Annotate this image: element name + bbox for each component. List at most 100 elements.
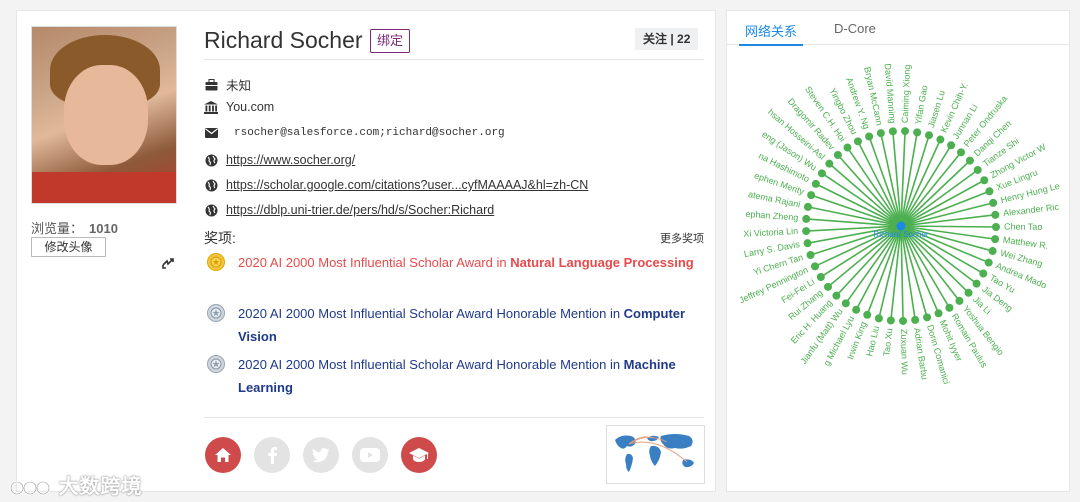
- network-node[interactable]: [810, 262, 819, 271]
- network-tabs: 网络关系 D-Core: [727, 11, 1069, 46]
- network-node[interactable]: [825, 159, 834, 168]
- network-node[interactable]: [863, 310, 872, 319]
- network-node[interactable]: [991, 235, 1000, 244]
- network-node[interactable]: [803, 202, 812, 211]
- network-node[interactable]: [874, 314, 883, 323]
- swap-icon[interactable]: [161, 256, 179, 274]
- network-node[interactable]: [985, 187, 994, 196]
- network-node[interactable]: [833, 151, 842, 160]
- network-node[interactable]: [989, 198, 998, 207]
- network-node-label[interactable]: Adrian Barbu: [912, 327, 930, 380]
- network-node[interactable]: [991, 222, 1000, 231]
- network-node[interactable]: [955, 296, 964, 305]
- network-node[interactable]: [965, 156, 974, 165]
- edit-avatar-button[interactable]: 修改头像: [31, 237, 106, 257]
- network-node[interactable]: [899, 316, 908, 325]
- network-node[interactable]: [980, 176, 989, 185]
- twitter-icon[interactable]: [303, 437, 339, 473]
- network-node[interactable]: [852, 305, 861, 314]
- world-map-thumbnail[interactable]: [606, 425, 705, 484]
- info-org: You.com: [204, 100, 274, 114]
- network-node[interactable]: [832, 291, 841, 300]
- view-count: 浏览量： 1010: [31, 221, 118, 236]
- network-node[interactable]: [923, 313, 932, 322]
- network-node[interactable]: [853, 137, 862, 146]
- network-node[interactable]: [843, 143, 852, 152]
- network-node[interactable]: [911, 315, 920, 324]
- network-node-label[interactable]: Alexander Ric: [1003, 202, 1060, 219]
- network-edge: [900, 202, 994, 227]
- home-icon[interactable]: [205, 437, 241, 473]
- network-node-label[interactable]: Hao Liu: [864, 325, 881, 358]
- more-awards-link[interactable]: 更多奖项: [660, 230, 704, 246]
- network-node-label[interactable]: Chen Tao: [1004, 221, 1042, 231]
- network-node[interactable]: [816, 272, 825, 281]
- network-node[interactable]: [886, 316, 895, 325]
- silver-medal-icon: [207, 355, 225, 373]
- network-node[interactable]: [807, 191, 816, 200]
- coauthor-network-graph[interactable]: Yifan GaoJiasen LuKevin Chih-Y.Junnan Li…: [727, 47, 1070, 492]
- network-node-label[interactable]: Zuxuan Wu: [899, 329, 910, 375]
- network-node[interactable]: [824, 282, 833, 291]
- network-edge: [900, 225, 997, 228]
- network-node[interactable]: [817, 169, 826, 178]
- info-link-dblp: https://dblp.uni-trier.de/pers/hd/s/Soch…: [204, 203, 494, 217]
- info-link-homepage: https://www.socher.org/: [204, 153, 355, 167]
- globe-icon: [204, 203, 218, 217]
- network-node-label[interactable]: Tao Xu: [881, 328, 894, 357]
- network-node[interactable]: [901, 127, 910, 136]
- network-node[interactable]: [936, 135, 945, 144]
- network-node[interactable]: [957, 148, 966, 157]
- envelope-icon: [204, 126, 218, 140]
- network-node[interactable]: [865, 132, 874, 141]
- network-node-label[interactable]: ephan Zheng: [745, 209, 799, 223]
- network-node-label[interactable]: Caiming Xiong: [900, 64, 912, 123]
- view-count-value: 1010: [89, 221, 118, 236]
- facebook-icon[interactable]: [254, 437, 290, 473]
- network-node[interactable]: [876, 129, 885, 138]
- network-node[interactable]: [973, 165, 982, 174]
- divider: [204, 417, 704, 418]
- scholar-link[interactable]: https://scholar.google.com/citations?use…: [226, 178, 588, 192]
- bind-button[interactable]: 绑定: [370, 29, 411, 53]
- youtube-icon[interactable]: [352, 437, 388, 473]
- network-node[interactable]: [972, 279, 981, 288]
- network-node[interactable]: [984, 258, 993, 267]
- award-item[interactable]: 2020 AI 2000 Most Influential Scholar Aw…: [207, 353, 698, 399]
- tab-network[interactable]: 网络关系: [738, 21, 804, 46]
- network-node-label[interactable]: Xi Victoria Lin: [743, 226, 798, 239]
- network-card: 网络关系 D-Core Yifan Gao Jiasen Lu Kevin Chih…: [726, 10, 1070, 492]
- dblp-link[interactable]: https://dblp.uni-trier.de/pers/hd/s/Soch…: [226, 203, 494, 217]
- tab-dcore[interactable]: D-Core: [834, 21, 876, 36]
- network-node[interactable]: [991, 210, 1000, 219]
- briefcase-icon: [204, 78, 218, 92]
- network-node[interactable]: [841, 299, 850, 308]
- network-node-label[interactable]: Matthew R.: [1002, 235, 1048, 251]
- network-node[interactable]: [934, 309, 943, 318]
- award-item[interactable]: 2020 AI 2000 Most Influential Scholar Aw…: [207, 302, 698, 348]
- network-node-label[interactable]: David Manning: [883, 63, 898, 124]
- network-node[interactable]: [802, 227, 811, 236]
- profile-name: Richard Socher: [204, 27, 363, 53]
- follow-button[interactable]: 关注 | 22: [635, 28, 699, 50]
- network-node[interactable]: [913, 128, 922, 137]
- award-item[interactable]: 2020 AI 2000 Most Influential Scholar Aw…: [207, 251, 698, 274]
- network-node[interactable]: [806, 250, 815, 259]
- homepage-link[interactable]: https://www.socher.org/: [226, 153, 355, 167]
- network-center-label: Richard Socher: [873, 230, 928, 239]
- network-node[interactable]: [964, 288, 973, 297]
- network-node[interactable]: [924, 131, 933, 140]
- network-node[interactable]: [979, 269, 988, 278]
- network-node[interactable]: [988, 247, 997, 256]
- gold-medal-icon: [207, 253, 225, 271]
- divider: [204, 59, 704, 60]
- profile-card: 浏览量： 1010 修改头像 Richard Socher 绑定 关注 | 22 …: [16, 10, 716, 492]
- network-node[interactable]: [803, 239, 812, 248]
- network-node[interactable]: [888, 127, 897, 136]
- institution-icon: [204, 100, 218, 114]
- network-node[interactable]: [947, 141, 956, 150]
- network-node[interactable]: [945, 303, 954, 312]
- scholar-cap-icon[interactable]: [401, 437, 437, 473]
- network-node[interactable]: [811, 179, 820, 188]
- network-node[interactable]: [802, 214, 811, 223]
